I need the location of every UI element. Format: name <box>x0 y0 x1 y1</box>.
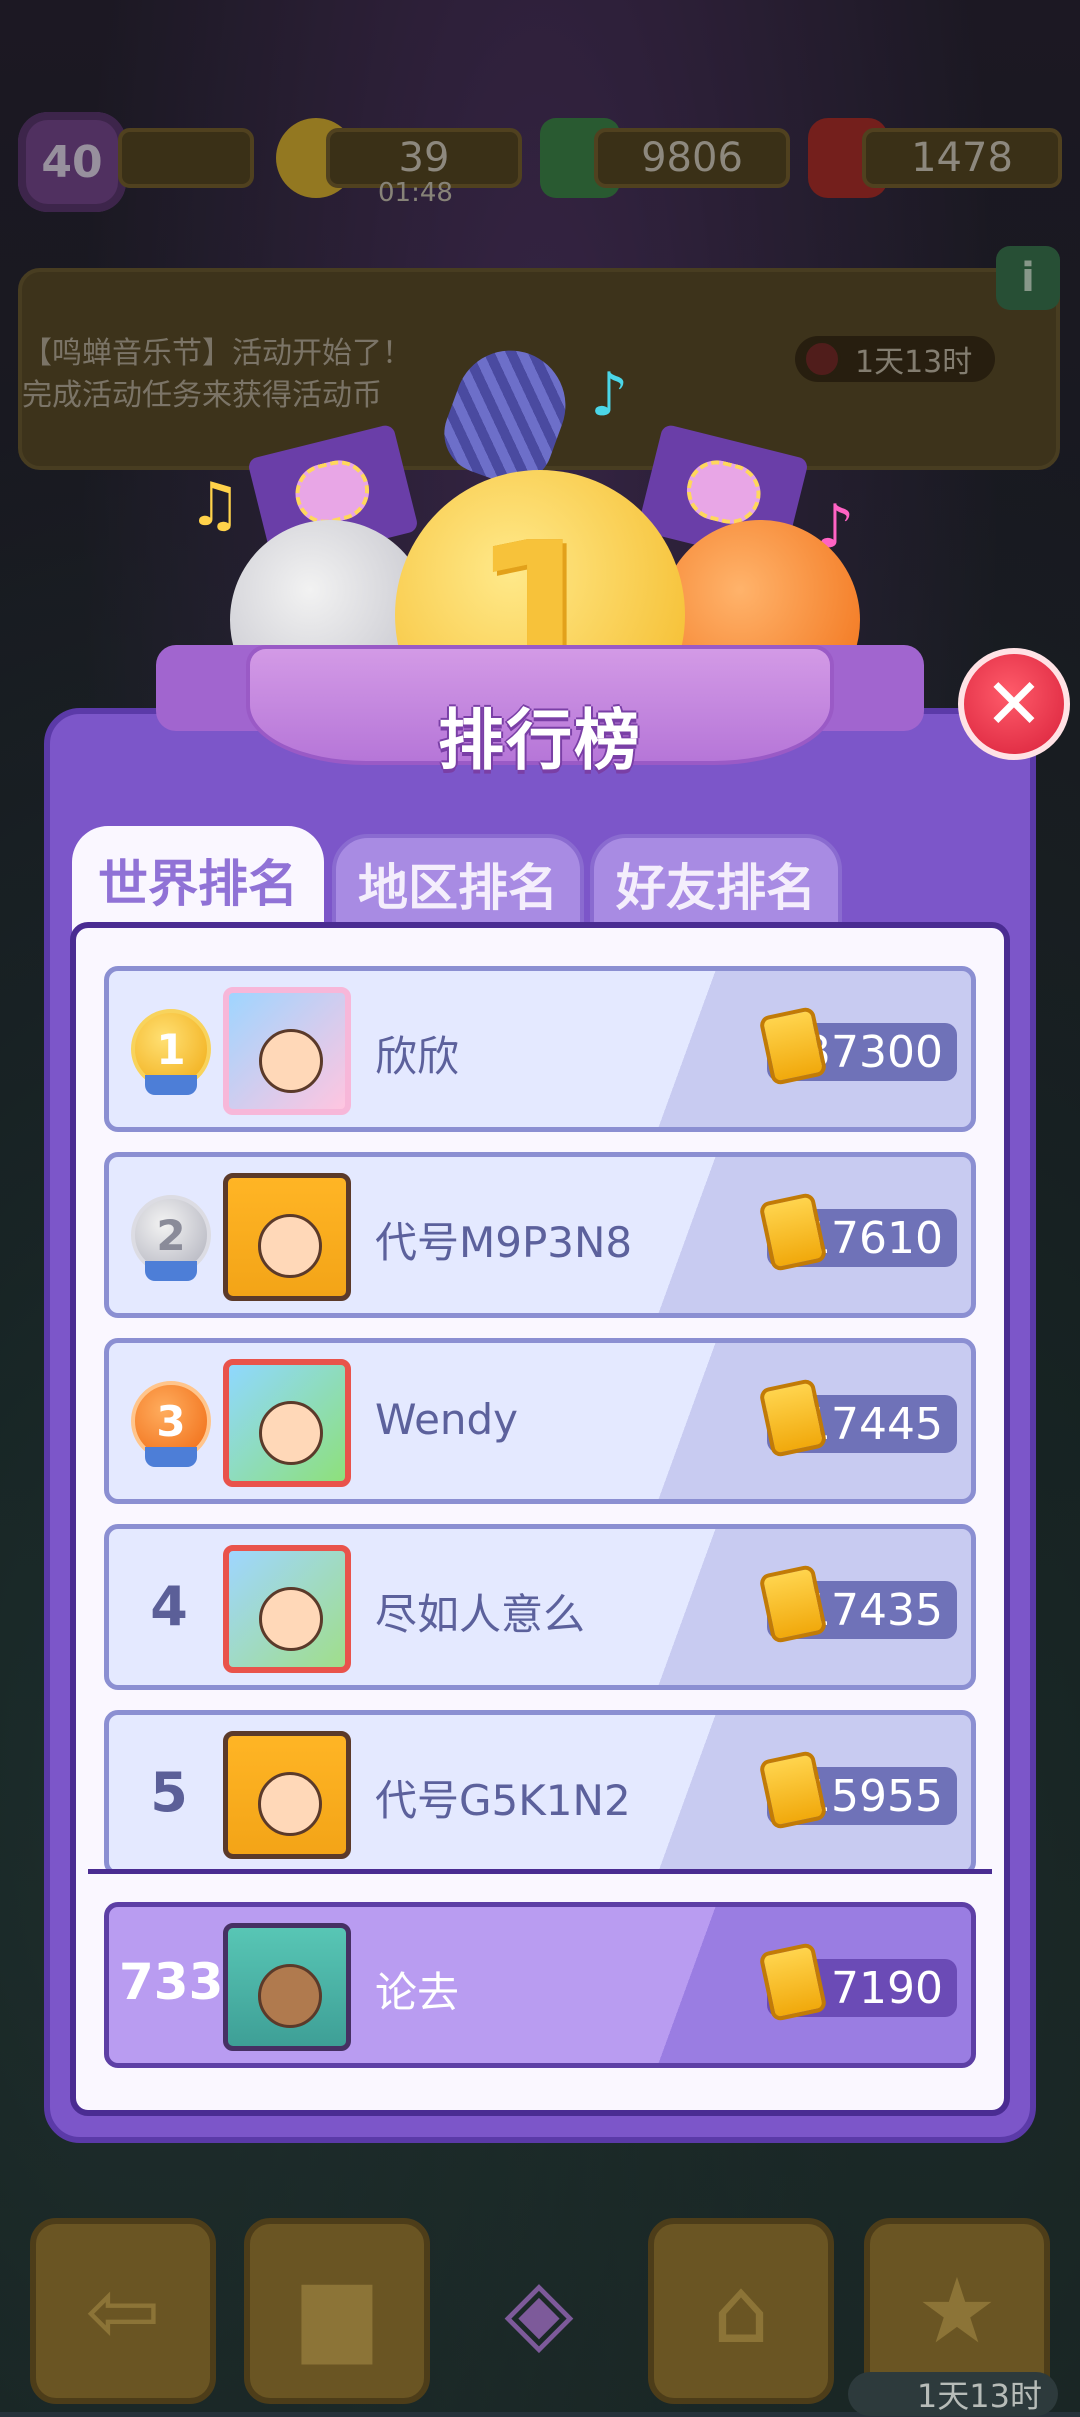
heart-icon <box>680 454 767 531</box>
heart-icon <box>289 454 376 531</box>
player-avatar[interactable] <box>223 1359 351 1487</box>
avatar-face <box>259 1587 323 1651</box>
rank-number: 4 <box>150 1575 188 1638</box>
event-timer: 1天13时 <box>848 2372 1058 2416</box>
tab-region-rank[interactable]: 地区排名 <box>332 834 584 934</box>
player-name: 代号M9P3N8 <box>375 1218 633 1267</box>
music-note-icon: ♫ <box>188 470 242 540</box>
gold-rank-medal-icon: 1 <box>131 1009 211 1095</box>
avatar-face <box>258 1772 322 1836</box>
leaderboard-title: 排行榜 <box>438 702 642 779</box>
rank-number: 3 <box>156 1396 186 1446</box>
avatar-face <box>259 1029 323 1093</box>
ranking-list[interactable]: 1 欣欣 37300 2 代号M9P3N8 17610 3 Wendy 1744… <box>70 950 1010 1874</box>
player-name: 欣欣 <box>375 1032 460 1081</box>
player-name: 代号G5K1N2 <box>375 1776 631 1825</box>
my-score-value: 7190 <box>831 1962 943 2014</box>
my-rank-number: 733 <box>119 1953 224 2011</box>
close-icon[interactable]: ✕ <box>958 648 1070 760</box>
rank-number: 2 <box>156 1210 186 1260</box>
player-avatar[interactable] <box>223 1731 351 1859</box>
tab-world-rank[interactable]: 世界排名 <box>72 826 324 934</box>
ranking-row[interactable]: 3 Wendy 17445 <box>104 1338 976 1504</box>
music-note-icon: ♪ <box>590 360 629 430</box>
event-timer-text: 1天13时 <box>916 2377 1042 2415</box>
bronze-rank-medal-icon: 3 <box>131 1381 211 1467</box>
player-name: Wendy <box>375 1395 519 1444</box>
title-ribbon: 排行榜 <box>156 625 924 779</box>
avatar-face <box>258 1214 322 1278</box>
ranking-row[interactable]: 5 代号G5K1N2 15955 <box>104 1710 976 1874</box>
gift-box-icon: ◈ <box>504 2258 574 2364</box>
player-name: 尽如人意么 <box>375 1590 586 1639</box>
back-button[interactable]: ⇦ <box>30 2218 216 2404</box>
avatar-face <box>259 1401 323 1465</box>
player-avatar[interactable] <box>223 1173 351 1301</box>
back-arrow-icon: ⇦ <box>85 2258 161 2364</box>
list-divider <box>88 1869 992 1874</box>
my-player-name: 论去 <box>375 1968 460 2017</box>
my-avatar[interactable] <box>223 1923 351 2051</box>
my-ranking-row[interactable]: 733 论去 7190 <box>104 1902 976 2068</box>
ranking-row[interactable]: 2 代号M9P3N8 17610 <box>104 1152 976 1318</box>
ranking-row[interactable]: 1 欣欣 37300 <box>104 966 976 1132</box>
podium-icon: ▆ <box>302 2258 372 2364</box>
player-avatar[interactable] <box>223 1545 351 1673</box>
rank-number: 1 <box>156 1024 186 1074</box>
shop-button[interactable]: ⌂ <box>648 2218 834 2404</box>
basket-icon: ⌂ <box>712 2258 770 2364</box>
player-avatar[interactable] <box>223 987 351 1115</box>
gift-button[interactable]: ◈ <box>446 2218 632 2404</box>
silver-rank-medal-icon: 2 <box>131 1195 211 1281</box>
avatar-face <box>258 1964 322 2028</box>
rank-number: 5 <box>150 1761 188 1824</box>
ranking-row[interactable]: 4 尽如人意么 17435 <box>104 1524 976 1690</box>
podium-button[interactable]: ▆ <box>244 2218 430 2404</box>
tab-friend-rank[interactable]: 好友排名 <box>590 834 842 934</box>
